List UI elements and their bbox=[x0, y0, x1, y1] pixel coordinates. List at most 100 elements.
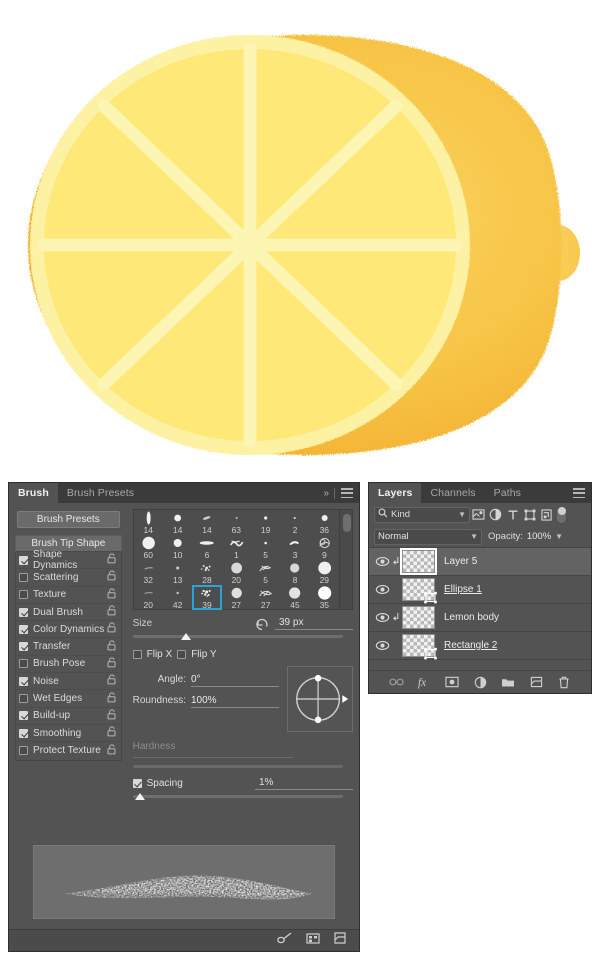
brush-option-row[interactable]: Shape Dynamics bbox=[16, 549, 121, 571]
brush-preset-cell[interactable]: 42 bbox=[163, 585, 192, 610]
panel-menu-icon[interactable] bbox=[573, 488, 585, 498]
lock-icon[interactable] bbox=[106, 674, 117, 688]
adjustment-layer-icon[interactable] bbox=[473, 675, 488, 690]
layer-row[interactable]: Layer 5 bbox=[369, 548, 591, 576]
layer-name[interactable]: Lemon body bbox=[444, 612, 499, 623]
opacity-control[interactable]: Opacity: 100% ▼ bbox=[488, 531, 563, 542]
brush-presets-button[interactable]: Brush Presets bbox=[17, 511, 120, 528]
chevron-down-icon[interactable]: ▼ bbox=[458, 510, 466, 519]
spacing-checkbox[interactable] bbox=[132, 779, 142, 788]
size-slider-knob[interactable] bbox=[180, 633, 191, 640]
layer-thumbnail[interactable] bbox=[402, 634, 437, 660]
layer-thumbnail[interactable] bbox=[400, 548, 437, 575]
tab-brush-presets[interactable]: Brush Presets bbox=[58, 483, 143, 503]
lock-icon[interactable] bbox=[106, 622, 117, 636]
brush-option-checkbox[interactable] bbox=[19, 572, 28, 582]
brush-tool-icon[interactable] bbox=[277, 931, 293, 950]
shape-layer-filter-icon[interactable] bbox=[521, 507, 538, 523]
brush-option-checkbox[interactable] bbox=[19, 555, 28, 565]
roundness-value[interactable]: 100% bbox=[191, 695, 279, 708]
brush-option-row[interactable]: Scattering bbox=[16, 569, 121, 587]
lock-icon[interactable] bbox=[106, 744, 117, 758]
smart-object-filter-icon[interactable] bbox=[538, 507, 555, 523]
link-layers-icon[interactable] bbox=[388, 675, 404, 690]
lock-icon[interactable] bbox=[106, 553, 117, 567]
chevron-down-icon[interactable]: ▼ bbox=[555, 532, 563, 541]
lock-icon[interactable] bbox=[106, 726, 117, 740]
angle-value[interactable]: 0° bbox=[191, 674, 279, 687]
brush-preset-cell[interactable]: 63 bbox=[222, 510, 251, 535]
new-layer-icon[interactable] bbox=[529, 675, 544, 690]
brush-preset-cell[interactable]: 20 bbox=[222, 560, 251, 585]
brush-preset-cell[interactable]: 3 bbox=[280, 535, 309, 560]
brush-option-checkbox[interactable] bbox=[19, 711, 28, 721]
spacing-slider[interactable] bbox=[132, 791, 353, 803]
layer-visibility-icon[interactable] bbox=[373, 612, 391, 623]
brush-preset-cell[interactable]: 14 bbox=[163, 510, 192, 535]
brush-option-checkbox[interactable] bbox=[19, 659, 28, 669]
size-slider[interactable] bbox=[132, 631, 353, 643]
layer-mask-icon[interactable] bbox=[445, 675, 460, 690]
lock-icon[interactable] bbox=[106, 639, 117, 654]
brush-preset-cell[interactable]: 19 bbox=[251, 510, 280, 535]
flip-y-checkbox[interactable] bbox=[177, 650, 187, 659]
layer-thumbnail[interactable] bbox=[402, 578, 437, 604]
size-value[interactable]: 39 px bbox=[275, 617, 353, 630]
delete-layer-icon[interactable] bbox=[557, 675, 572, 690]
brush-preset-cell[interactable]: 1 bbox=[222, 535, 251, 560]
layer-row[interactable]: Lemon body bbox=[369, 604, 591, 632]
brush-option-row[interactable]: Smoothing bbox=[16, 725, 121, 743]
brush-option-checkbox[interactable] bbox=[19, 728, 28, 738]
brush-preset-cell[interactable]: 9 bbox=[310, 535, 339, 560]
layer-row[interactable]: Ellipse 1 bbox=[369, 576, 591, 604]
lock-icon[interactable] bbox=[106, 691, 117, 706]
brush-preset-cell[interactable]: 27 bbox=[222, 585, 251, 610]
brush-option-row[interactable]: Wet Edges bbox=[16, 690, 121, 708]
layer-thumbnail[interactable] bbox=[402, 606, 435, 629]
layer-visibility-icon[interactable] bbox=[373, 584, 391, 595]
brush-preset-cell[interactable]: 13 bbox=[163, 560, 192, 585]
brush-option-row[interactable]: Texture bbox=[16, 587, 121, 604]
reset-arrow-icon[interactable] bbox=[255, 618, 268, 630]
brush-grid-scrollbar[interactable] bbox=[339, 510, 352, 609]
layer-style-fx-icon[interactable]: fx bbox=[417, 675, 432, 690]
brush-option-checkbox[interactable] bbox=[19, 642, 28, 652]
layer-row[interactable]: Rectangle 2 bbox=[369, 632, 591, 660]
layer-name[interactable]: Layer 5 bbox=[444, 556, 477, 567]
lock-icon[interactable] bbox=[106, 709, 117, 723]
panel-menu-icon[interactable] bbox=[341, 488, 353, 498]
brush-option-checkbox[interactable] bbox=[19, 746, 28, 756]
brush-preset-cell[interactable]: 20 bbox=[134, 585, 163, 610]
brush-option-checkbox[interactable] bbox=[19, 590, 28, 600]
brush-preset-cell[interactable]: 29 bbox=[310, 560, 339, 585]
brush-option-row[interactable]: Noise bbox=[16, 673, 121, 691]
toggle-pressure-icon[interactable] bbox=[306, 932, 320, 950]
brush-preset-cell[interactable]: 28 bbox=[192, 560, 221, 585]
flip-x-checkbox[interactable] bbox=[132, 650, 142, 659]
lock-icon[interactable] bbox=[106, 570, 117, 584]
opacity-value[interactable]: 100% bbox=[527, 531, 551, 542]
layer-name[interactable]: Ellipse 1 bbox=[444, 584, 482, 595]
lock-icon[interactable] bbox=[106, 588, 117, 602]
tab-paths[interactable]: Paths bbox=[485, 483, 530, 503]
brush-preset-cell[interactable]: 32 bbox=[134, 560, 163, 585]
brush-preset-cell[interactable]: 5 bbox=[251, 560, 280, 585]
tab-channels[interactable]: Channels bbox=[421, 483, 484, 503]
adjustment-layer-filter-icon[interactable] bbox=[487, 507, 504, 523]
brush-preset-cell[interactable]: 45 bbox=[280, 585, 309, 610]
filter-enable-toggle[interactable] bbox=[557, 506, 566, 523]
new-group-icon[interactable] bbox=[501, 675, 516, 690]
pixel-layer-filter-icon[interactable] bbox=[470, 507, 487, 523]
brush-option-row[interactable]: Color Dynamics bbox=[16, 621, 121, 639]
blend-mode-select[interactable]: Normal ▼ bbox=[374, 528, 482, 545]
brush-preset-cell[interactable]: 39 bbox=[192, 585, 222, 610]
spacing-value[interactable]: 1% bbox=[255, 777, 353, 790]
brush-option-row[interactable]: Transfer bbox=[16, 638, 121, 656]
brush-preset-cell[interactable]: 14 bbox=[192, 510, 221, 535]
brush-preset-cell[interactable]: 36 bbox=[310, 510, 339, 535]
brush-option-row[interactable]: Build-up bbox=[16, 708, 121, 725]
angle-roundness-dial[interactable] bbox=[287, 666, 353, 732]
brush-option-checkbox[interactable] bbox=[19, 624, 28, 634]
layer-name[interactable]: Rectangle 2 bbox=[444, 640, 497, 651]
brush-option-row[interactable]: Dual Brush bbox=[16, 604, 121, 622]
